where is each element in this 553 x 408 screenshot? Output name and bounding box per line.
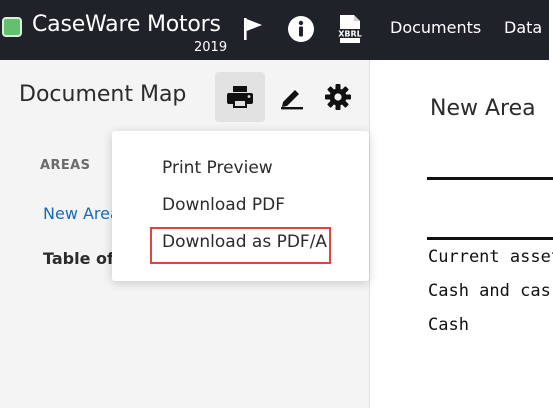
signature-icon [281,90,303,110]
areas-heading: AREAS [40,158,91,173]
brand-logo [2,17,22,37]
gear-icon [325,84,351,110]
xbrl-icon[interactable]: XBRL [335,14,365,44]
statement-row: Cash [428,315,469,335]
content-title: New Area [430,96,536,121]
print-button[interactable] [215,72,265,122]
xbrl-icon-label: XBRL [338,30,362,39]
menu-item-download-pdfa[interactable]: Download as PDF/A [162,232,327,252]
app-title[interactable]: CaseWare Motors [32,12,221,37]
nav-data[interactable]: Data [504,18,542,37]
statement-row: Cash and cas [428,281,551,301]
menu-item-download-pdf[interactable]: Download PDF [162,195,285,215]
panel-title: Document Map [19,82,187,107]
signature-button[interactable] [267,72,317,122]
settings-button[interactable] [313,72,363,122]
print-dropdown-menu: Print Preview Download PDF Download as P… [112,131,369,281]
app-year: 2019 [194,40,228,55]
area-item-new-area[interactable]: New Area [43,204,120,223]
divider-line [427,177,553,180]
print-icon [227,86,253,108]
flag-icon[interactable] [238,14,268,44]
top-bar: CaseWare Motors 2019 XBRL Documents Data [0,0,553,60]
info-icon[interactable] [286,14,316,44]
document-content: New Area Current asset Cash and cas Cash [371,60,553,408]
top-divider [549,0,553,60]
nav-documents[interactable]: Documents [390,18,481,37]
divider-line [427,237,553,240]
menu-item-print-preview[interactable]: Print Preview [162,158,273,178]
statement-row: Current asset [428,247,553,267]
